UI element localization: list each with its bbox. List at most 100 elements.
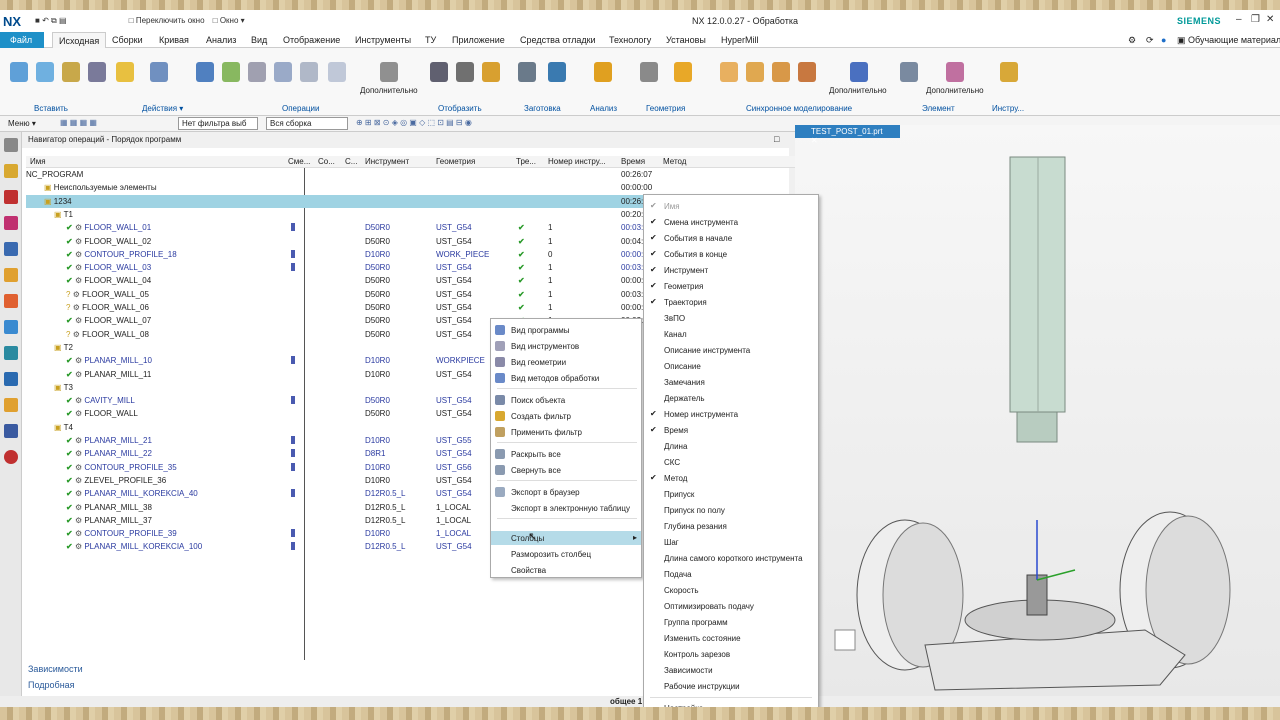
dependencies-link[interactable]: Зависимости — [28, 664, 83, 674]
tab-application[interactable]: Приложение — [452, 35, 505, 45]
col-method[interactable]: Метод — [663, 157, 686, 166]
column-toggle-item[interactable]: ✔ Метод — [644, 471, 818, 485]
actions-icon[interactable] — [150, 62, 168, 82]
tab-display[interactable]: Отображение — [283, 35, 340, 45]
column-toggle-item[interactable]: Рабочие инструкции — [644, 679, 818, 693]
minimize-icon[interactable]: – — [1236, 14, 1242, 25]
column-toggle-item[interactable]: Длина самого короткого инструмента — [644, 551, 818, 565]
quick-access-toolbar[interactable]: ■ ↶ ⧉ ▤ □ Переключить окно □ Окно ▾ — [35, 16, 245, 26]
machine-navigator-icon[interactable] — [4, 268, 18, 282]
column-toggle-item[interactable]: ✔ Траектория — [644, 295, 818, 309]
column-toggle-item[interactable]: Описание инструмента — [644, 343, 818, 357]
sync-more[interactable]: Дополнительно — [829, 86, 887, 95]
output-cls-icon[interactable] — [328, 62, 346, 82]
snap-icons[interactable]: ⊕ ⊞ ⊠ ⊙ ◈ ◎ ▣ ◇ ⬚ ⊡ ▤ ⊟ ◉ — [356, 118, 472, 127]
move-face-icon[interactable] — [720, 62, 738, 82]
simulate-icon[interactable] — [248, 62, 266, 82]
delete-face-icon[interactable] — [798, 62, 816, 82]
roles-icon[interactable] — [4, 398, 18, 412]
system-icon[interactable] — [4, 450, 18, 464]
restore-icon[interactable]: ❐ — [1251, 14, 1260, 25]
tab-analysis[interactable]: Анализ — [206, 35, 236, 45]
col-tool-change[interactable]: Сме... — [288, 157, 310, 166]
col-start-events[interactable]: Со... — [318, 157, 335, 166]
column-toggle-item[interactable]: ✔ Геометрия — [644, 279, 818, 293]
save-icon[interactable]: ■ — [35, 16, 40, 25]
group-row[interactable]: ▣ Неиспользуемые элементы 00:00:00 — [26, 181, 810, 194]
column-toggle-item[interactable]: Канал — [644, 327, 818, 341]
details-link[interactable]: Подробная — [28, 680, 83, 690]
close-icon[interactable]: ✕ — [1266, 14, 1274, 25]
point-icon[interactable] — [640, 62, 658, 82]
filter-dropdown[interactable]: Нет фильтра выб — [178, 117, 258, 130]
operation-navigator-icon[interactable] — [4, 242, 18, 256]
tab-technologist[interactable]: Технологу — [609, 35, 651, 45]
sync-more-icon[interactable] — [850, 62, 868, 82]
refresh-icon[interactable]: ⟳ — [1146, 35, 1154, 46]
copy-icon[interactable]: ⧉ — [51, 16, 57, 25]
column-toggle-item[interactable]: СКС — [644, 455, 818, 469]
blank-icon[interactable] — [518, 62, 536, 82]
maximize-icon[interactable]: □ — [774, 134, 779, 144]
tab-home[interactable]: Исходная — [52, 32, 107, 49]
create-geometry-icon[interactable] — [88, 62, 106, 82]
group-actions[interactable]: Действия ▾ — [142, 104, 183, 113]
column-toggle-item[interactable]: Припуск — [644, 487, 818, 501]
help-icon[interactable]: ● — [1161, 35, 1166, 45]
pull-face-icon[interactable] — [746, 62, 764, 82]
history-icon[interactable] — [4, 320, 18, 334]
tab-curve[interactable]: Кривая — [159, 35, 189, 45]
menu-item-create-filter[interactable]: Создать фильтр — [491, 409, 641, 423]
column-toggle-item[interactable]: Припуск по полу — [644, 503, 818, 517]
column-toggle-item[interactable]: Описание — [644, 359, 818, 373]
tab-debug[interactable]: Средства отладки — [520, 35, 596, 45]
menu-item-export-spreadsheet[interactable]: Экспорт в электронную таблицу — [491, 501, 641, 515]
tab-tools[interactable]: Инструменты — [355, 35, 411, 45]
column-toggle-item[interactable]: ✔ События в конце — [644, 247, 818, 261]
paste-icon[interactable]: ▤ — [59, 16, 67, 25]
menu-item-geometry-view[interactable]: Вид геометрии — [491, 355, 641, 369]
feature-icon[interactable] — [900, 62, 918, 82]
tools-palette-icon[interactable] — [4, 424, 18, 438]
settings-icon[interactable]: ⚙ — [1128, 35, 1136, 46]
scope-dropdown[interactable]: Вся сборка — [266, 117, 348, 130]
menu-item-apply-filter[interactable]: Применить фильтр — [491, 425, 641, 439]
window-menu-button[interactable]: □ Окно ▾ — [213, 16, 245, 25]
menu-item-expand-all[interactable]: Раскрыть все — [491, 447, 641, 461]
display-icon[interactable] — [430, 62, 448, 82]
tool-display-icon[interactable] — [482, 62, 500, 82]
ipw-icon[interactable] — [548, 62, 566, 82]
col-tool-number[interactable]: Номер инстру... — [548, 157, 606, 166]
create-program-icon[interactable] — [36, 62, 54, 82]
column-toggle-item[interactable]: Длина — [644, 439, 818, 453]
menu-item-columns[interactable]: Столбцы ▸ — [491, 531, 641, 545]
menu-item-find-object[interactable]: Поиск объекта — [491, 393, 641, 407]
select-icons[interactable]: ▦ ▦ ▦ ▦ — [60, 118, 97, 127]
web-browser-icon[interactable] — [4, 346, 18, 360]
col-time[interactable]: Время — [621, 157, 645, 166]
learning-materials-button[interactable]: ▣ Обучающие материалы — [1177, 35, 1280, 46]
group-row[interactable]: NC_PROGRAM 00:26:07 — [26, 168, 810, 181]
postprocess-icon[interactable] — [274, 62, 292, 82]
column-toggle-item[interactable]: Скорость — [644, 583, 818, 597]
menu-item-collapse-all[interactable]: Свернуть все — [491, 463, 641, 477]
settings-icon[interactable] — [4, 138, 18, 152]
assembly-navigator-icon[interactable] — [4, 164, 18, 178]
verify-icon[interactable] — [222, 62, 240, 82]
column-toggle-item[interactable]: ✔ Смена инструмента — [644, 215, 818, 229]
column-toggle-item[interactable]: Зависимости — [644, 663, 818, 677]
col-name[interactable]: Имя — [30, 157, 46, 166]
column-toggle-item[interactable]: Изменить состояние — [644, 631, 818, 645]
more-operations-icon[interactable] — [380, 62, 398, 82]
column-toggle-item[interactable]: Оптимизировать подачу — [644, 599, 818, 613]
feature-more[interactable]: Дополнительно — [926, 86, 984, 95]
undo-icon[interactable]: ↶ — [42, 16, 49, 25]
column-toggle-item[interactable]: ✔ События в начале — [644, 231, 818, 245]
constraint-navigator-icon[interactable] — [4, 190, 18, 204]
col-end-events[interactable]: С... — [345, 157, 357, 166]
tab-setups[interactable]: Установы — [666, 35, 706, 45]
column-settings-item[interactable]: Настройка... — [644, 701, 818, 707]
tab-file[interactable]: Файл — [0, 32, 44, 48]
part-navigator-icon[interactable] — [4, 216, 18, 230]
column-toggle-item[interactable]: ✔ Номер инструмента — [644, 407, 818, 421]
